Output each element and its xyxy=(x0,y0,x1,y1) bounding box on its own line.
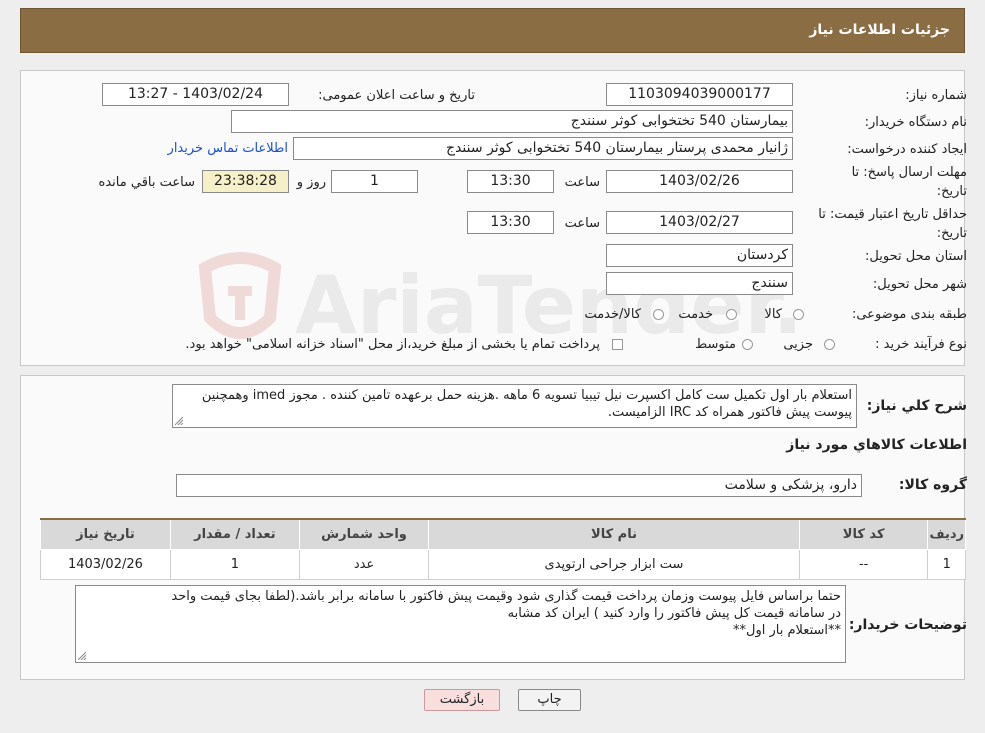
cell-item-code: -- xyxy=(798,549,929,580)
buyer-notes-label: توضیحات خریدار: xyxy=(848,617,967,633)
cell-item-name: ست ابزار جراحی ارتوپدی xyxy=(428,549,800,580)
summary-label: شرح کلي نياز: xyxy=(866,398,967,414)
days-field: 1 xyxy=(331,170,418,193)
buyer-notes-textarea[interactable]: حتما براساس فایل پیوست وزمان پرداخت قیمت… xyxy=(75,585,846,663)
creator-label: ایجاد کننده درخواست: xyxy=(847,142,967,157)
process-radio-minor[interactable] xyxy=(824,339,835,350)
deadline-date-field: 1403/02/26 xyxy=(606,170,793,193)
category-label: طبقه بندی موضوعی: xyxy=(851,307,967,322)
remaining-time-field: 23:38:28 xyxy=(202,170,289,193)
col-item-code: کد کالا xyxy=(798,518,929,550)
province-field: کردستان xyxy=(606,244,793,267)
validity-label-line2: تاریخ: xyxy=(936,226,967,241)
cell-quantity: 1 xyxy=(169,549,300,580)
page-header: جزئیات اطلاعات نیاز xyxy=(20,8,965,53)
category-radio-goods-service[interactable] xyxy=(653,309,664,320)
creator-field: ژانیار محمدی پرستار بیمارستان 540 تختخوا… xyxy=(293,137,793,160)
process-label: نوع فرآیند خرید : xyxy=(875,337,967,352)
col-item-name: نام کالا xyxy=(428,518,800,550)
category-radio-service[interactable] xyxy=(726,309,737,320)
deadline-time-label: ساعت xyxy=(564,175,600,190)
process-note: پرداخت تمام یا بخشی از مبلغ خرید،از محل … xyxy=(185,337,600,352)
validity-date-field: 1403/02/27 xyxy=(606,211,793,234)
buyer-notes-line-3: **استعلام بار اول** xyxy=(733,623,841,638)
validity-label-line1: حداقل تاریخ اعتبار قیمت: تا xyxy=(818,207,967,222)
col-need-date: تاريخ نياز xyxy=(40,518,171,550)
process-option-minor: جزیی xyxy=(783,337,813,352)
cell-unit: عدد xyxy=(298,549,430,580)
buyer-org-field: بیمارستان 540 تختخوابی کوثر سنندج xyxy=(231,110,793,133)
summary-text: استعلام بار اول تکمیل ست کامل اکسپرت نیل… xyxy=(201,388,852,420)
col-unit: واحد شمارش xyxy=(298,518,430,550)
col-row-number: رديف xyxy=(927,518,966,550)
col-quantity: تعداد / مقدار xyxy=(169,518,300,550)
remaining-label: ساعت باقي مانده xyxy=(98,175,195,190)
buyer-notes-line-1: حتما براساس فایل پیوست وزمان پرداخت قیمت… xyxy=(171,589,841,604)
page-title: جزئیات اطلاعات نیاز xyxy=(809,22,950,38)
province-label: استان محل تحویل: xyxy=(865,249,967,264)
city-field: سنندج xyxy=(606,272,793,295)
process-checkbox-treasury[interactable] xyxy=(612,339,623,350)
summary-textarea[interactable]: استعلام بار اول تکمیل ست کامل اکسپرت نیل… xyxy=(172,384,857,428)
validity-time-field: 13:30 xyxy=(467,211,554,234)
category-option-goods-service: کالا/خدمت xyxy=(584,307,641,322)
cell-row-number: 1 xyxy=(927,549,966,580)
validity-time-label: ساعت xyxy=(564,216,600,231)
print-button[interactable]: چاپ xyxy=(518,689,581,711)
group-label: گروه کالا: xyxy=(898,477,967,493)
announce-field: 1403/02/24 - 13:27 xyxy=(102,83,289,106)
city-label: شهر محل تحویل: xyxy=(872,277,967,292)
category-radio-goods[interactable] xyxy=(793,309,804,320)
deadline-label-line2: تاریخ: xyxy=(936,184,967,199)
deadline-label-line1: مهلت ارسال پاسخ: تا xyxy=(851,165,967,180)
resize-grip-icon xyxy=(78,652,86,660)
items-table-header: رديف کد کالا نام کالا واحد شمارش تعداد /… xyxy=(40,518,966,550)
need-number-label: شماره نیاز: xyxy=(905,88,967,103)
items-heading: اطلاعات کالاهاي مورد نياز xyxy=(786,437,967,453)
resize-grip-icon xyxy=(175,417,183,425)
buyer-notes-line-2: در سامانه قیمت کل پیش فاکتور را وارد کنی… xyxy=(507,606,841,621)
need-number-field: 1103094039000177 xyxy=(606,83,793,106)
group-field: دارو، پزشکی و سلامت xyxy=(176,474,862,497)
deadline-time-field: 13:30 xyxy=(467,170,554,193)
process-option-medium: متوسط xyxy=(695,337,736,352)
process-radio-medium[interactable] xyxy=(742,339,753,350)
category-option-service: خدمت xyxy=(678,307,713,322)
back-button[interactable]: بازگشت xyxy=(424,689,500,711)
table-row: 1 -- ست ابزار جراحی ارتوپدی عدد 1 1403/0… xyxy=(40,549,966,580)
days-label: روز و xyxy=(296,175,326,190)
cell-need-date: 1403/02/26 xyxy=(40,549,171,580)
announce-label: تاریخ و ساعت اعلان عمومی: xyxy=(318,88,475,103)
buyer-org-label: نام دستگاه خریدار: xyxy=(864,115,967,130)
category-option-goods: کالا xyxy=(764,307,782,322)
buyer-contact-link[interactable]: اطلاعات تماس خریدار xyxy=(168,141,288,156)
items-table: رديف کد کالا نام کالا واحد شمارش تعداد /… xyxy=(40,518,966,580)
